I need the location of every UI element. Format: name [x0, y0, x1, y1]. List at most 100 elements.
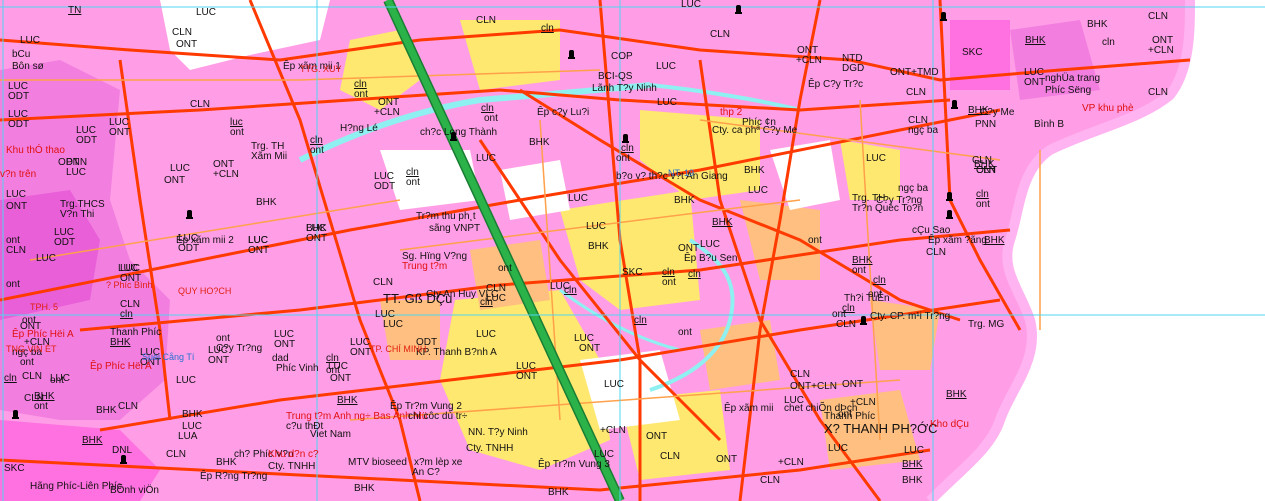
map-label: CLN	[906, 87, 927, 98]
landmark-pin-icon[interactable]	[186, 210, 193, 219]
map-label: BHK	[96, 405, 117, 416]
map-label: BHK	[902, 459, 923, 470]
map-label: TTG. XUY	[300, 64, 342, 74]
map-label: LUC	[586, 221, 607, 232]
map-label: ont	[662, 277, 676, 288]
map-label: CLN	[660, 451, 681, 462]
landmark-pin-icon[interactable]	[860, 316, 867, 325]
map-label: chi côc dù tr÷	[408, 411, 468, 422]
map-label: LUC	[476, 153, 497, 164]
map-label: LUC	[196, 7, 217, 18]
map-label: BHK	[946, 389, 967, 400]
map-label: cln	[688, 269, 701, 280]
map-label: LUC	[50, 373, 71, 384]
map-label: TPH. 5	[30, 302, 59, 312]
map-label: ont	[616, 153, 630, 164]
map-label: V?n Thi	[60, 209, 95, 220]
map-label: Hãng Phíc-Liên Phíc	[30, 481, 122, 492]
map-label: LUC	[604, 379, 625, 390]
map-label: CLN	[22, 371, 43, 382]
map-label: Êp Tr?m Vung 3	[538, 459, 610, 470]
landmark-pin-icon[interactable]	[735, 5, 742, 14]
map-label: sãng VNPT	[429, 223, 481, 234]
map-label: ONT	[350, 347, 372, 358]
map-label: BHK	[82, 435, 103, 446]
map-label: C?y Me	[980, 107, 1015, 118]
map-label: cln	[1102, 37, 1115, 48]
map-label: v?n trên	[0, 169, 37, 180]
map-label: Viet Nam	[310, 429, 351, 440]
map-label: ODT	[54, 237, 76, 248]
landmark-pin-icon[interactable]	[120, 455, 127, 464]
map-label: dad	[272, 353, 289, 364]
map-label: ONT	[109, 127, 131, 138]
map-label: ONT	[842, 379, 864, 390]
map-label: BHK	[902, 475, 923, 486]
landmark-pin-icon[interactable]	[450, 132, 457, 141]
map-label: LUC	[6, 189, 27, 200]
map-label: ont	[976, 199, 990, 210]
map-label: +CLN	[1148, 45, 1174, 56]
map-label: CLN	[166, 449, 187, 460]
map-label: ONT	[248, 245, 270, 256]
map-label: ont	[678, 327, 692, 338]
map-label: KP. Thanh B?nh A	[416, 347, 497, 358]
map-label: BHK	[1025, 35, 1046, 46]
map-label: +CLN	[213, 169, 239, 180]
landmark-pin-icon[interactable]	[12, 410, 19, 419]
map-label: H?ng Lé	[340, 123, 378, 134]
map-label: ONT	[516, 371, 538, 382]
map-label: Êp C?y Tr?c	[808, 79, 864, 90]
map-label: +CLN	[374, 107, 400, 118]
map-label: BÕnh viÖn	[110, 485, 159, 496]
map-label: ont	[808, 235, 822, 246]
map-label: ODT	[8, 119, 30, 130]
map-label: ONT+CLN	[790, 381, 837, 392]
map-label: bCu	[12, 49, 31, 60]
map-label: LUC	[594, 449, 615, 460]
map-label: BHK	[110, 337, 131, 348]
landmark-pin-icon[interactable]	[622, 134, 629, 143]
map-label: QUY HO?CH	[178, 286, 232, 296]
map-label: LUC	[866, 153, 887, 164]
map-label: ODT	[8, 91, 30, 102]
map-label: CLN	[1148, 87, 1169, 98]
map-label: LUC	[176, 375, 197, 386]
map-label: cln	[873, 275, 886, 286]
map-label: BHK	[529, 137, 550, 148]
white-4	[500, 160, 570, 220]
map-label: BHK	[1087, 19, 1108, 30]
map-label: CLN	[760, 475, 781, 486]
map-label: ODT	[178, 243, 200, 254]
map-label: Êp B?u Sen	[684, 253, 738, 264]
map-label: LUA	[178, 431, 198, 442]
map-label: +CLN	[796, 55, 822, 66]
map-label: NT. 19	[668, 168, 695, 178]
map-label: cÇu Sao	[912, 225, 951, 236]
map-label: BHK	[548, 487, 569, 498]
map-label: SKC	[4, 463, 25, 474]
map-label: CLN	[836, 319, 857, 330]
map-label: ont	[310, 145, 324, 156]
map-label: BHK	[256, 197, 277, 208]
map-label: ngç ba	[898, 183, 929, 194]
landmark-pin-icon[interactable]	[951, 100, 958, 109]
landmark-pin-icon[interactable]	[568, 50, 575, 59]
map-label: Trg. MG	[968, 319, 1005, 330]
map-label: +CLN	[600, 425, 626, 436]
landmark-pin-icon[interactable]	[940, 12, 947, 21]
map-label: BHK	[744, 165, 765, 176]
landmark-pin-icon[interactable]	[946, 192, 953, 201]
map-label: LUC	[904, 445, 925, 456]
map-label: ont	[6, 279, 20, 290]
map-label: Cty. CP. m¹i Tr?ng	[870, 311, 951, 322]
map-label: Trung t?m	[402, 261, 448, 272]
map-label: LUC	[681, 0, 702, 10]
map-label: BCI-QS	[598, 71, 633, 82]
landmark-pin-icon[interactable]	[946, 210, 953, 219]
map-label: Bôn sø	[12, 61, 44, 72]
map-label: CLN	[373, 277, 394, 288]
map-label: CLN	[172, 27, 193, 38]
map-label: ODT	[374, 181, 396, 192]
map-label: ont	[34, 401, 48, 412]
